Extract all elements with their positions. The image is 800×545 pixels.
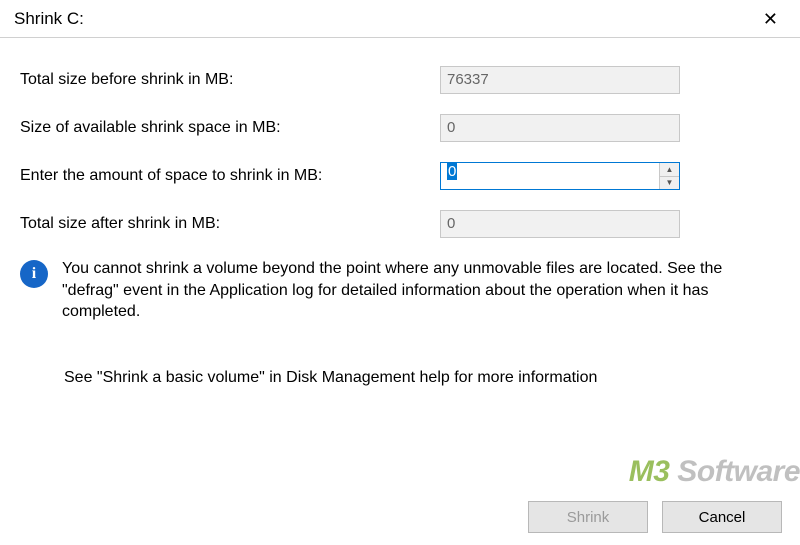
window-title: Shrink C: [14,9,84,29]
row-total-before: Total size before shrink in MB: 76337 [20,66,780,94]
shrink-amount-input[interactable]: 0 [441,163,659,189]
info-row: i You cannot shrink a volume beyond the … [20,258,780,323]
field-total-after: 0 [440,210,680,238]
row-enter-amount: Enter the amount of space to shrink in M… [20,162,780,190]
label-available: Size of available shrink space in MB: [20,119,440,137]
field-available: 0 [440,114,680,142]
shrink-button[interactable]: Shrink [528,501,648,533]
info-text: You cannot shrink a volume beyond the po… [62,258,780,323]
field-total-before: 76337 [440,66,680,94]
titlebar: Shrink C: ✕ [0,0,800,38]
watermark-brand: M3 [629,455,670,488]
help-text: See "Shrink a basic volume" in Disk Mana… [64,369,780,387]
row-available: Size of available shrink space in MB: 0 [20,114,780,142]
watermark-suffix: Software [669,455,800,488]
spinner-buttons: ▲ ▼ [659,163,679,189]
label-enter-amount: Enter the amount of space to shrink in M… [20,167,440,185]
label-total-after: Total size after shrink in MB: [20,215,440,233]
spinner-down-icon[interactable]: ▼ [660,177,679,190]
cancel-button[interactable]: Cancel [662,501,782,533]
spinner-up-icon[interactable]: ▲ [660,163,679,177]
info-icon: i [20,260,48,288]
shrink-amount-spinner[interactable]: 0 ▲ ▼ [440,162,680,190]
row-total-after: Total size after shrink in MB: 0 [20,210,780,238]
label-total-before: Total size before shrink in MB: [20,71,440,89]
button-row: Shrink Cancel [528,501,782,533]
watermark: M3 Software [629,455,800,489]
close-icon[interactable]: ✕ [753,6,788,32]
dialog-content: Total size before shrink in MB: 76337 Si… [0,38,800,397]
